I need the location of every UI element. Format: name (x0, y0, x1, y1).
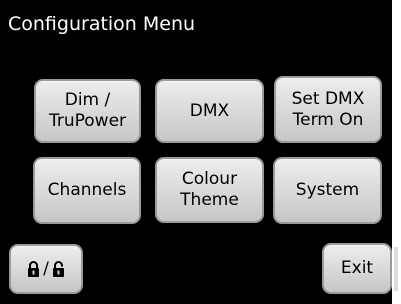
set-dmx-term-button[interactable]: Set DMX Term On (274, 76, 382, 143)
exit-label: Exit (340, 258, 374, 278)
channels-button[interactable]: Channels (33, 157, 141, 224)
system-label: System (295, 180, 360, 200)
system-button[interactable]: System (273, 157, 382, 224)
set-dmx-term-label: Set DMX Term On (291, 88, 365, 130)
dmx-label: DMX (189, 100, 230, 121)
colour-theme-label: Colour Theme (180, 169, 239, 210)
exit-button[interactable]: Exit (322, 243, 392, 294)
dim-trupower-button[interactable]: Dim / TruPower (34, 79, 141, 143)
colour-theme-button[interactable]: Colour Theme (155, 157, 264, 223)
lock-icon (28, 261, 40, 277)
bezel-edge (394, 247, 398, 291)
lock-unlock-content: / (27, 259, 65, 280)
dim-trupower-label: Dim / TruPower (48, 90, 127, 131)
lock-separator: / (43, 258, 49, 279)
dmx-button[interactable]: DMX (155, 79, 264, 143)
lock-unlock-button[interactable]: / (9, 244, 83, 294)
unlock-icon (52, 261, 64, 277)
screen-title: Configuration Menu (8, 13, 196, 35)
channels-label: Channels (47, 180, 127, 200)
touchscreen: Configuration Menu Dim / TruPower DMX Se… (0, 0, 392, 304)
